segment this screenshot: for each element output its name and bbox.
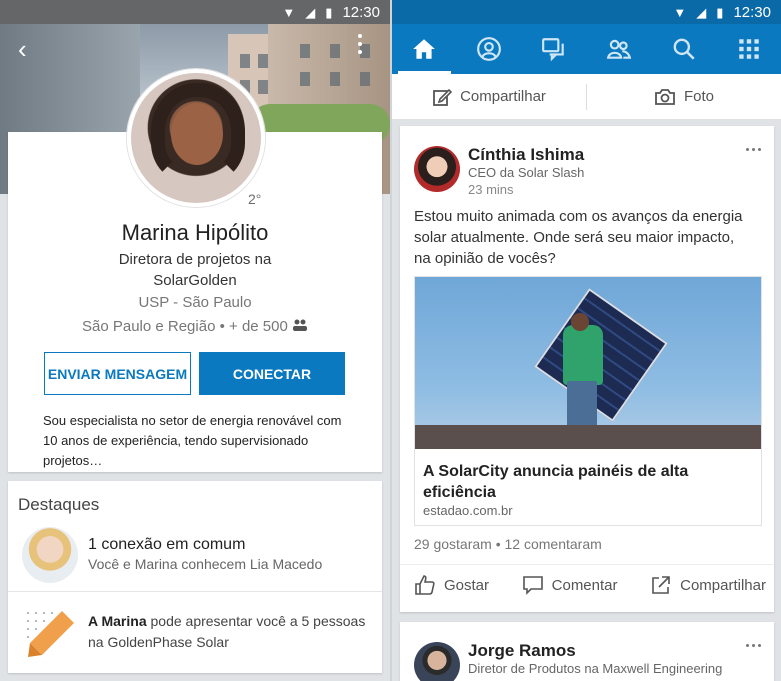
likes-count: 29 gostaram [414,536,492,552]
post-more-options-icon[interactable] [746,148,761,151]
back-arrow-icon[interactable]: ‹ [18,34,27,65]
share-button[interactable]: Compartilhar [392,87,586,107]
mutual-connection-title[interactable]: 1 conexão em comum [88,536,245,554]
share-external-icon [652,576,670,594]
shared-link-card[interactable]: A SolarCity anuncia painéis de alta efic… [414,276,762,526]
comments-count: 12 comentaram [504,536,602,552]
share-bar: Compartilhar Foto [392,74,781,120]
camera-icon [655,88,675,105]
messages-icon [542,38,564,62]
introduction-ribbon-icon [22,607,78,657]
introduction-name: A Marina [88,613,147,629]
post-author-avatar[interactable] [414,146,460,192]
nav-messages[interactable] [522,24,587,74]
post-author-role: Diretor de Produtos na Maxwell Engineeri… [468,661,723,676]
profile-name: Marina Hipólito [121,220,269,245]
mutual-connection-avatar[interactable] [22,527,78,583]
comment-label: Comentar [551,576,618,594]
profile-summary[interactable]: Sou especialista no setor de energia ren… [43,411,353,471]
clock: 12:30 [733,3,771,21]
edit-icon [433,88,453,106]
status-bar-feed: ▼ ◢ ▮ 12:30 [392,0,781,24]
post-author-role: CEO da Solar Slash [468,165,585,180]
mutual-connection-subtitle: Você e Marina conhecem Lia Macedo [88,556,323,572]
share-post-button[interactable]: Compartilhar [650,574,766,596]
profile-connections: + de 500 [229,318,288,335]
clock: 12:30 [342,3,380,21]
connection-degree-badge: 2° [248,191,262,207]
nav-home[interactable] [392,24,457,74]
post-author-name[interactable]: Cínthia Ishima [468,145,584,165]
connect-button[interactable]: CONECTAR [199,352,345,395]
feed-screen: ▼ ◢ ▮ 12:30 Compartilhar Foto Cínthia Is… [392,0,781,681]
profile-icon [477,37,502,61]
link-title: A SolarCity anuncia painéis de alta efic… [423,463,689,501]
status-bar: ▼ ◢ ▮ 12:30 [0,0,390,24]
profile-screen: ▼ ◢ ▮ 12:30 ‹ 2° Marina Hipólito Diretor… [0,0,390,681]
feed-post: Jorge Ramos Diretor de Produtos na Maxwe… [400,622,774,681]
introduction-text[interactable]: A Marina pode apresentar você a 5 pessoa… [88,611,378,653]
like-button[interactable]: Gostar [414,574,489,596]
signal-icon: ◢ [696,4,707,20]
profile-location: São Paulo e Região [81,318,216,335]
separator-dot: • [219,318,230,335]
apps-icon [738,39,759,59]
divider [400,564,774,565]
thumbs-up-icon [415,575,435,595]
profile-headline: Diretora de projetos na SolarGolden [118,251,272,289]
post-actions: Gostar Comentar Compartilhar [400,574,774,596]
connections-icon [292,319,308,334]
post-more-options-icon[interactable] [746,644,761,647]
signal-icon: ◢ [305,4,316,20]
post-timestamp: 23 mins [468,182,514,197]
highlights-card: Destaques 1 conexão em comum Você e Mari… [8,481,382,673]
nav-search[interactable] [651,24,716,74]
profile-location-line: São Paulo e Região • + de 500 [0,318,390,335]
network-icon [606,39,632,59]
post-stats[interactable]: 29 gostaram • 12 comentaram [414,536,602,552]
link-domain: estadao.com.br [423,503,513,518]
battery-icon: ▮ [325,4,333,20]
top-navigation [392,24,781,74]
profile-avatar [127,69,265,207]
photo-label: Foto [683,88,714,105]
feed-post: Cínthia Ishima CEO da Solar Slash 23 min… [400,126,774,612]
nav-profile[interactable] [457,24,522,74]
home-icon [413,39,436,59]
wifi-icon: ▼ [673,4,687,20]
more-options-icon[interactable] [355,34,365,54]
profile-school: USP - São Paulo [138,294,252,311]
post-text: Estou muito animada com os avanços da en… [414,208,743,267]
share-label: Compartilhar [460,88,546,105]
comment-button[interactable]: Comentar [522,574,618,596]
nav-apps[interactable] [716,24,781,74]
like-label: Gostar [444,576,490,594]
send-message-button[interactable]: ENVIAR MENSAGEM [44,352,191,395]
battery-icon: ▮ [716,4,724,20]
link-preview-image [415,277,761,449]
divider [8,591,382,592]
separator-dot: • [495,536,505,552]
post-author-avatar[interactable] [414,642,460,681]
search-icon [673,38,695,60]
wifi-icon: ▼ [282,4,296,20]
highlights-title: Destaques [18,495,100,514]
photo-button[interactable]: Foto [587,88,781,106]
nav-network[interactable] [586,24,651,74]
post-author-name[interactable]: Jorge Ramos [468,641,576,661]
share-post-label: Compartilhar [680,576,766,594]
comment-icon [522,576,543,595]
